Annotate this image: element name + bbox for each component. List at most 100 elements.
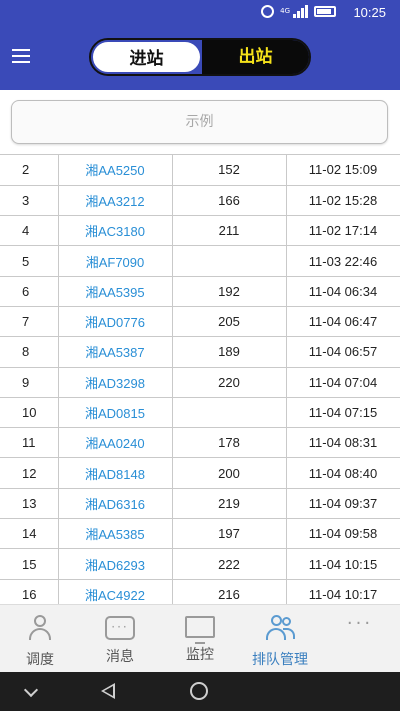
table-row[interactable]: 10 湘AD0815 11-04 07:15 <box>0 397 400 429</box>
nav-dispatch[interactable]: 调度 <box>0 605 80 672</box>
table-row[interactable]: 3 湘AA3212 166 11-02 15:28 <box>0 185 400 217</box>
status-time: 10:25 <box>353 5 386 20</box>
row-time: 11-04 07:04 <box>286 367 400 398</box>
search-box <box>11 100 388 144</box>
row-number: 6 <box>0 276 59 307</box>
row-value: 192 <box>172 276 287 307</box>
row-number: 13 <box>0 488 59 520</box>
monitor-icon <box>185 616 215 644</box>
plate-number: 湘AA0240 <box>58 427 173 459</box>
row-value: 222 <box>172 548 287 580</box>
table-row[interactable]: 5 湘AF7090 11-03 22:46 <box>0 245 400 277</box>
plate-number: 湘AA5395 <box>58 276 173 307</box>
row-time: 11-04 09:37 <box>286 488 400 520</box>
row-time: 11-04 10:15 <box>286 548 400 580</box>
row-value: 216 <box>172 579 287 604</box>
home-icon[interactable] <box>190 682 208 700</box>
row-time: 11-04 09:58 <box>286 518 400 550</box>
back-icon[interactable] <box>101 683 115 699</box>
row-value <box>172 245 287 277</box>
status-bar: 4G 10:25 <box>0 0 400 26</box>
row-number: 15 <box>0 548 59 580</box>
row-value: 205 <box>172 306 287 338</box>
row-time: 11-04 06:57 <box>286 336 400 368</box>
plate-number: 湘AD0815 <box>58 397 173 429</box>
row-value <box>172 397 287 429</box>
plate-number: 湘AC4922 <box>58 579 173 604</box>
row-number: 8 <box>0 336 59 368</box>
chevron-down-icon[interactable] <box>23 682 39 698</box>
nav-more[interactable]: ··· <box>320 605 400 672</box>
row-number: 10 <box>0 397 59 429</box>
nav-messages-label: 消息 <box>106 649 134 665</box>
row-value: 166 <box>172 185 287 217</box>
row-time: 11-03 22:46 <box>286 245 400 277</box>
table-row[interactable]: 6 湘AA5395 192 11-04 06:34 <box>0 276 400 307</box>
plate-number: 湘AD0776 <box>58 306 173 338</box>
row-value: 211 <box>172 215 287 247</box>
row-number: 5 <box>0 245 59 277</box>
battery-icon <box>314 6 336 17</box>
nav-queue[interactable]: 排队管理 <box>240 605 320 672</box>
row-time: 11-02 15:28 <box>286 185 400 217</box>
row-number: 9 <box>0 367 59 398</box>
more-icon: ··· <box>346 613 374 634</box>
menu-icon[interactable] <box>12 49 30 63</box>
row-value: 197 <box>172 518 287 550</box>
table-row[interactable]: 2 湘AA5250 152 11-02 15:09 <box>0 155 400 186</box>
plate-number: 湘AF7090 <box>58 245 173 277</box>
row-number: 12 <box>0 457 59 489</box>
table-row[interactable]: 14 湘AA5385 197 11-04 09:58 <box>0 518 400 550</box>
table-row[interactable]: 9 湘AD3298 220 11-04 07:04 <box>0 367 400 398</box>
user-icon <box>25 613 55 643</box>
nav-monitor[interactable]: 监控 <box>160 605 240 672</box>
status-icons: 4G <box>261 5 336 18</box>
table-row[interactable]: 15 湘AD6293 222 11-04 10:15 <box>0 548 400 580</box>
system-nav-bar <box>0 672 400 711</box>
row-number: 14 <box>0 518 59 550</box>
table-row[interactable]: 16 湘AC4922 216 11-04 10:17 <box>0 579 400 604</box>
row-time: 11-04 08:31 <box>286 427 400 459</box>
row-number: 11 <box>0 427 59 459</box>
queue-table-grid: 2 湘AA5250 152 11-02 15:09 3 湘AA3212 166 11-02 1… <box>0 155 400 604</box>
chat-icon <box>105 616 135 640</box>
plate-number: 湘AA5250 <box>58 155 173 186</box>
plate-number: 湘AA3212 <box>58 185 173 217</box>
row-value: 152 <box>172 155 287 186</box>
row-number: 2 <box>0 155 59 186</box>
row-value: 219 <box>172 488 287 520</box>
nav-messages[interactable]: 消息 <box>80 605 160 672</box>
plate-number: 湘AD6316 <box>58 488 173 520</box>
row-value: 220 <box>172 367 287 398</box>
table-row[interactable]: 7 湘AD0776 205 11-04 06:47 <box>0 306 400 338</box>
table-row[interactable]: 8 湘AA5387 189 11-04 06:57 <box>0 336 400 368</box>
alarm-icon <box>261 5 275 18</box>
nav-queue-label: 排队管理 <box>252 652 308 668</box>
signal-icon <box>293 5 308 18</box>
row-time: 11-04 10:17 <box>286 579 400 604</box>
plate-number: 湘AD8148 <box>58 457 173 489</box>
plate-number: 湘AC3180 <box>58 215 173 247</box>
queue-table[interactable]: 2 湘AA5250 152 11-02 15:09 3 湘AA3212 166 11-02 1… <box>0 154 400 604</box>
bottom-nav: 调度 消息 监控 排队管理 ··· <box>0 604 400 672</box>
row-time: 11-02 15:09 <box>286 155 400 186</box>
table-row[interactable]: 4 湘AC3180 211 11-02 17:14 <box>0 215 400 247</box>
station-toggle: 进站 出站 <box>89 38 311 76</box>
table-row[interactable]: 12 湘AD8148 200 11-04 08:40 <box>0 457 400 489</box>
plate-number: 湘AD6293 <box>58 548 173 580</box>
network-type: 4G <box>280 7 290 15</box>
nav-dispatch-label: 调度 <box>26 652 54 668</box>
search-input[interactable] <box>12 101 387 143</box>
nav-monitor-label: 监控 <box>186 647 214 663</box>
tab-enter-station[interactable]: 进站 <box>91 40 202 74</box>
row-value: 200 <box>172 457 287 489</box>
row-time: 11-02 17:14 <box>286 215 400 247</box>
row-value: 189 <box>172 336 287 368</box>
table-row[interactable]: 13 湘AD6316 219 11-04 09:37 <box>0 488 400 520</box>
row-time: 11-04 08:40 <box>286 457 400 489</box>
table-row[interactable]: 11 湘AA0240 178 11-04 08:31 <box>0 427 400 459</box>
tab-exit-station[interactable]: 出站 <box>202 40 309 74</box>
users-icon <box>265 613 295 643</box>
plate-number: 湘AA5387 <box>58 336 173 368</box>
row-number: 4 <box>0 215 59 247</box>
